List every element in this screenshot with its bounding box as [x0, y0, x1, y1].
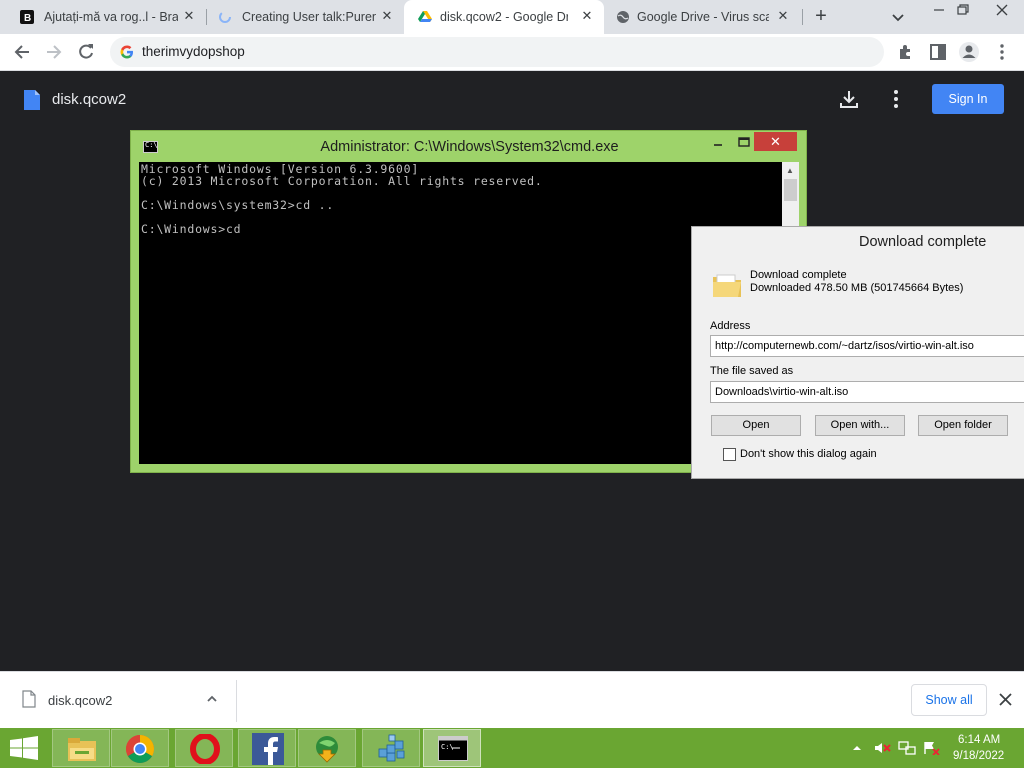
tab-search-chevron-icon[interactable] [889, 8, 907, 26]
action-center-flag-icon[interactable] [922, 741, 940, 755]
file-explorer-icon [68, 738, 96, 761]
forward-arrow-icon[interactable] [44, 42, 64, 62]
facebook-icon [252, 733, 284, 765]
network-icon[interactable] [898, 741, 916, 755]
brainly-favicon-icon: B [20, 10, 34, 24]
open-with-button[interactable]: Open with... [815, 415, 905, 436]
scroll-up-arrow-icon[interactable]: ▲ [786, 166, 794, 175]
address-field[interactable]: http://computernewb.com/~dartz/isos/virt… [710, 335, 1024, 357]
chrome-menu-icon[interactable] [992, 42, 1012, 62]
side-panel-icon[interactable] [928, 42, 948, 62]
registry-editor-icon [378, 734, 405, 762]
dialog-title: Download complete [859, 234, 987, 250]
google-g-icon [120, 45, 133, 59]
svg-text:B: B [24, 13, 31, 24]
opera-icon [190, 734, 220, 764]
tab-separator [802, 9, 803, 25]
taskbar-internet-download-manager[interactable] [298, 729, 356, 767]
tab-title: Ajutați-mă va rog..l - Brai [44, 10, 178, 24]
tab-title: disk.qcow2 - Google Drive [440, 10, 568, 24]
chrome-icon [126, 735, 154, 763]
dont-show-label[interactable]: Don't show this dialog again [740, 448, 877, 460]
tab-creating-user-talk[interactable]: Creating User talk:Purene ✕ [198, 0, 404, 34]
extensions-puzzle-icon[interactable] [896, 42, 916, 62]
tab-virus-scan[interactable]: Google Drive - Virus scan ✕ [604, 0, 800, 34]
cmd-console[interactable]: Microsoft Windows [Version 6.3.9600] (c)… [139, 162, 782, 464]
downloaded-file-name[interactable]: disk.qcow2 [48, 693, 112, 708]
download-complete-dialog[interactable]: Download complete Download complete Down… [691, 226, 1024, 479]
close-x-icon: ✕ [770, 134, 781, 149]
folder-icon [713, 274, 741, 297]
svg-text:C:\: C:\ [441, 743, 454, 751]
close-tab-icon[interactable]: ✕ [380, 9, 394, 23]
internet-download-manager-icon [316, 736, 338, 763]
tab-disk-qcow2[interactable]: disk.qcow2 - Google Drive ✕ [404, 0, 604, 34]
file-doc-icon [24, 90, 40, 110]
shelf-divider [236, 680, 237, 722]
console-line: C:\Windows>cd [141, 222, 242, 236]
file-name: disk.qcow2 [52, 91, 127, 108]
new-tab-plus-icon[interactable]: + [811, 6, 831, 27]
dialog-body: Download complete Downloaded 478.50 MB (… [699, 259, 1024, 471]
saved-as-label: The file saved as [710, 365, 794, 377]
show-hidden-icons-chevron-icon[interactable] [852, 741, 862, 755]
taskbar-opera[interactable] [175, 729, 233, 767]
back-arrow-icon[interactable] [12, 42, 32, 62]
google-drive-favicon-icon [418, 11, 432, 22]
clock-time[interactable]: 6:14 AM [958, 734, 1000, 746]
tab-title: Creating User talk:Purene [242, 10, 376, 24]
close-tab-icon[interactable]: ✕ [776, 9, 790, 23]
tab-title: Google Drive - Virus scan [637, 10, 769, 24]
tab-ajutati[interactable]: B Ajutați-mă va rog..l - Brai ✕ [0, 0, 206, 34]
clock-date[interactable]: 9/18/2022 [953, 750, 1004, 762]
cmd-close-button[interactable]: ✕ [754, 132, 797, 151]
close-shelf-icon[interactable] [998, 692, 1013, 707]
downloads-shelf: disk.qcow2 Show all [0, 671, 1024, 728]
close-tab-icon[interactable]: ✕ [580, 9, 594, 23]
taskbar-registry-editor[interactable] [362, 729, 420, 767]
globe-favicon-icon [617, 11, 629, 23]
chevron-up-icon[interactable] [205, 692, 219, 706]
console-line: C:\Windows\system32>cd .. [141, 198, 335, 212]
taskbar-command-prompt[interactable]: C:\ [423, 729, 481, 767]
dont-show-checkbox[interactable] [723, 448, 736, 461]
close-tab-icon[interactable]: ✕ [182, 9, 196, 23]
reload-icon[interactable] [76, 42, 96, 62]
file-icon [22, 690, 36, 708]
show-all-button[interactable]: Show all [911, 684, 987, 716]
volume-muted-icon[interactable] [874, 741, 892, 755]
address-label: Address [710, 320, 751, 332]
windows-taskbar: C:\ 6:14 AM 9/18/2022 [0, 728, 1024, 768]
download-size: Downloaded 478.50 MB (501745664 Bytes) [750, 282, 964, 294]
sign-in-button[interactable]: Sign In [932, 84, 1004, 114]
loading-spinner-icon [219, 11, 231, 23]
tab-strip: B Ajutați-mă va rog..l - Brai ✕ Creating… [0, 0, 1024, 34]
taskbar-chrome[interactable] [111, 729, 169, 767]
saved-as-field[interactable]: Downloads\virtio-win-alt.iso [710, 381, 1024, 403]
command-prompt-icon: C:\ [438, 736, 468, 761]
address-bar[interactable]: therimvydopshop [110, 37, 884, 67]
cmd-minimize-icon[interactable] [706, 133, 731, 153]
restore-window-icon[interactable] [947, 0, 977, 20]
taskbar-facebook[interactable] [238, 729, 296, 767]
profile-avatar-icon[interactable] [958, 41, 980, 63]
start-windows-icon[interactable] [0, 729, 48, 767]
more-options-icon[interactable] [886, 88, 906, 110]
console-line: (c) 2013 Microsoft Corporation. All righ… [141, 174, 543, 188]
close-window-icon[interactable] [980, 0, 1024, 20]
open-button[interactable]: Open [711, 415, 801, 436]
browser-toolbar: therimvydopshop [0, 34, 1024, 71]
scrollbar-thumb[interactable] [784, 179, 797, 201]
download-icon[interactable] [838, 88, 860, 110]
open-folder-button[interactable]: Open folder [918, 415, 1008, 436]
taskbar-file-explorer[interactable] [52, 729, 110, 767]
url-text: therimvydopshop [142, 44, 245, 59]
download-status: Download complete [750, 269, 847, 281]
drive-header: disk.qcow2 Sign In [0, 71, 1024, 127]
